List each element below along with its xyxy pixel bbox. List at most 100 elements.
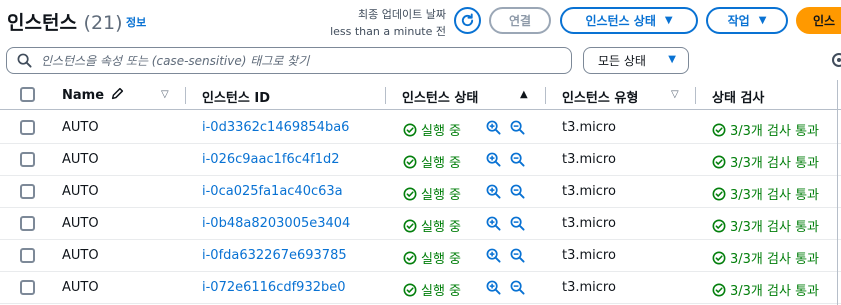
row-checkbox[interactable]: [20, 248, 35, 263]
state-filter-select[interactable]: 모든 상태 ▼: [583, 47, 689, 74]
table-row[interactable]: AUTO i-0ca025fa1ac40c63a 실행 중 t3.micro 3/3개 …: [0, 176, 841, 208]
instance-id-link[interactable]: i-0fda632267e693785: [202, 248, 347, 263]
instance-state-text: 실행 중: [421, 284, 462, 299]
table-row[interactable]: AUTO i-026c9aac1f6c4f1d2 실행 중 t3.micro 3/3개 …: [0, 144, 841, 176]
refresh-button[interactable]: [454, 7, 481, 34]
check-circle-icon: [403, 155, 417, 168]
instance-state-dropdown-label: 인스턴스 상태: [585, 14, 656, 28]
column-header-instance-state[interactable]: 인스턴스 상태: [402, 87, 478, 106]
column-header-name[interactable]: Name: [62, 87, 124, 103]
caret-down-icon: ▼: [668, 54, 676, 65]
status-check-text: 3/3개 검사 통과: [730, 220, 819, 235]
zoom-out-icon[interactable]: [510, 248, 525, 263]
zoom-in-icon[interactable]: [486, 184, 501, 199]
instance-id-link[interactable]: i-0d3362c1469854ba6: [202, 120, 349, 135]
launch-instances-label: 인스: [813, 14, 836, 28]
search-field[interactable]: [6, 47, 572, 74]
instance-state-text: 실행 중: [421, 124, 462, 139]
zoom-in-icon[interactable]: [486, 216, 501, 231]
instance-id-link[interactable]: i-0b48a8203005e3404: [202, 216, 350, 231]
instance-type: t3.micro: [562, 120, 616, 135]
instance-id-link[interactable]: i-026c9aac1f6c4f1d2: [202, 152, 340, 167]
instance-state-text: 실행 중: [421, 220, 462, 235]
table-row[interactable]: AUTO i-0d3362c1469854ba6 실행 중 t3.micro 3/3개 …: [0, 112, 841, 144]
row-checkbox[interactable]: [20, 216, 35, 231]
status-check-text: 3/3개 검사 통과: [730, 252, 819, 267]
pencil-icon: [111, 87, 123, 100]
select-all-checkbox[interactable]: [20, 87, 35, 102]
check-circle-icon: [712, 219, 726, 232]
check-circle-icon: [403, 251, 417, 264]
zoom-in-icon[interactable]: [486, 120, 501, 135]
panel-divider: [837, 80, 838, 305]
check-circle-icon: [403, 187, 417, 200]
info-link[interactable]: 정보: [126, 14, 146, 30]
state-filter-value: 모든 상태: [598, 54, 646, 68]
zoom-in-icon[interactable]: [486, 152, 501, 167]
instance-name: AUTO: [62, 120, 99, 135]
status-check: 3/3개 검사 통과: [712, 120, 819, 139]
instance-state-text: 실행 중: [421, 252, 462, 267]
sort-icon[interactable]: ▽: [671, 89, 679, 100]
instance-id-link[interactable]: i-072e6116cdf932be0: [202, 280, 346, 295]
last-updated-label: 최종 업데이트 날짜: [358, 8, 446, 21]
instance-state: 실행 중: [403, 216, 461, 235]
instance-type: t3.micro: [562, 248, 616, 263]
instance-state: 실행 중: [403, 120, 461, 139]
instance-count: (21): [83, 12, 123, 34]
instance-name: AUTO: [62, 216, 99, 231]
sort-ascending-icon[interactable]: ▲: [520, 89, 528, 100]
instance-name: AUTO: [62, 152, 99, 167]
row-checkbox[interactable]: [20, 184, 35, 199]
sort-icon[interactable]: ▽: [161, 89, 169, 100]
column-separator[interactable]: [545, 87, 546, 104]
column-separator[interactable]: [185, 87, 186, 104]
row-checkbox[interactable]: [20, 280, 35, 295]
table-row[interactable]: AUTO i-0fda632267e693785 실행 중 t3.micro 3/3개 …: [0, 240, 841, 272]
instance-state-text: 실행 중: [421, 188, 462, 203]
status-check-text: 3/3개 검사 통과: [730, 188, 819, 203]
zoom-out-icon[interactable]: [510, 280, 525, 295]
actions-dropdown[interactable]: 작업 ▼: [706, 7, 788, 34]
status-check: 3/3개 검사 통과: [712, 248, 819, 267]
column-header-name-label: Name: [62, 88, 105, 103]
status-check-text: 3/3개 검사 통과: [730, 124, 819, 139]
page-header: 인스턴스 (21) 정보 최종 업데이트 날짜 less than a minu…: [0, 0, 841, 42]
zoom-out-icon[interactable]: [510, 184, 525, 199]
check-circle-icon: [403, 123, 417, 136]
instance-state: 실행 중: [403, 152, 461, 171]
column-header-instance-type[interactable]: 인스턴스 유형: [562, 87, 638, 106]
zoom-out-icon[interactable]: [510, 120, 525, 135]
row-checkbox[interactable]: [20, 152, 35, 167]
column-separator[interactable]: [385, 87, 386, 104]
refresh-icon: [461, 13, 474, 27]
connect-button[interactable]: 연결: [489, 7, 551, 34]
instance-name: AUTO: [62, 248, 99, 263]
instance-state-dropdown[interactable]: 인스턴스 상태 ▼: [560, 7, 698, 34]
zoom-in-icon[interactable]: [486, 280, 501, 295]
gear-icon[interactable]: [829, 50, 841, 70]
instance-state: 실행 중: [403, 280, 461, 299]
check-circle-icon: [712, 123, 726, 136]
status-check-text: 3/3개 검사 통과: [730, 284, 819, 299]
status-check: 3/3개 검사 통과: [712, 216, 819, 235]
search-icon: [17, 53, 32, 68]
column-header-status-check[interactable]: 상태 검사: [712, 87, 764, 106]
row-checkbox[interactable]: [20, 120, 35, 135]
instance-name: AUTO: [62, 184, 99, 199]
instance-id-link[interactable]: i-0ca025fa1ac40c63a: [202, 184, 343, 199]
table-row[interactable]: AUTO i-0b48a8203005e3404 실행 중 t3.micro 3/3개 …: [0, 208, 841, 240]
instance-state: 실행 중: [403, 184, 461, 203]
zoom-out-icon[interactable]: [510, 216, 525, 231]
zoom-out-icon[interactable]: [510, 152, 525, 167]
instance-type: t3.micro: [562, 280, 616, 295]
launch-instances-button[interactable]: 인스: [796, 7, 841, 34]
column-header-instance-id[interactable]: 인스턴스 ID: [202, 87, 270, 106]
column-separator[interactable]: [695, 87, 696, 104]
instance-name: AUTO: [62, 280, 99, 295]
zoom-in-icon[interactable]: [486, 248, 501, 263]
table-row[interactable]: AUTO i-072e6116cdf932be0 실행 중 t3.micro 3/3개 …: [0, 272, 841, 304]
last-updated-value: less than a minute 전: [330, 25, 446, 38]
search-input[interactable]: [41, 50, 561, 71]
page-title-text: 인스턴스: [7, 12, 77, 34]
